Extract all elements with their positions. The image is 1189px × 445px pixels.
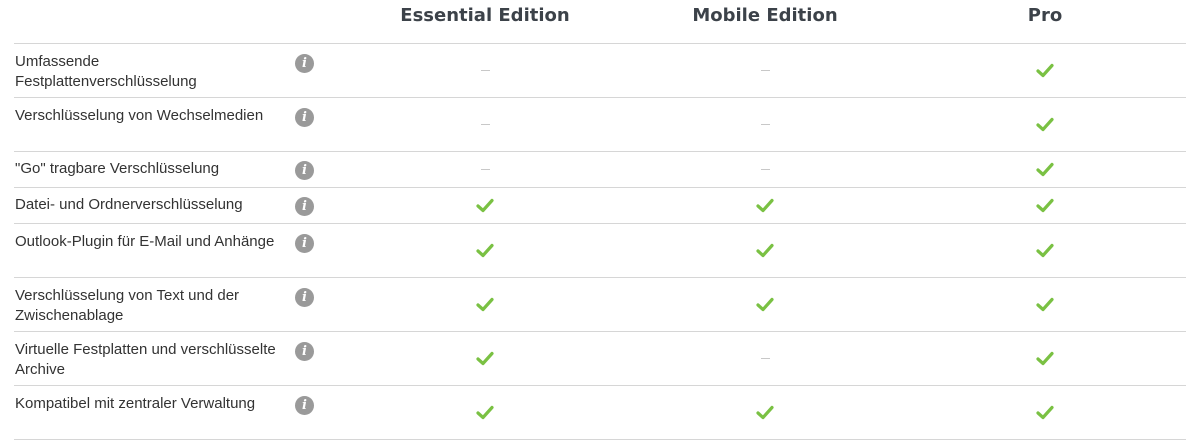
- mobile-cell: [735, 278, 795, 331]
- info-icon[interactable]: i: [295, 54, 314, 73]
- column-header-essential: Essential Edition: [400, 5, 570, 26]
- mobile-cell: [735, 332, 795, 385]
- info-icon[interactable]: i: [295, 234, 314, 253]
- mobile-cell: [735, 188, 795, 223]
- essential-cell: [455, 44, 515, 97]
- check-icon: [756, 405, 774, 420]
- check-icon: [1036, 198, 1054, 213]
- check-icon: [1036, 117, 1054, 132]
- check-icon: [1036, 297, 1054, 312]
- table-row: Umfassende Festplattenverschlüsselung i: [14, 44, 1186, 98]
- info-icon[interactable]: i: [295, 108, 314, 127]
- table-row: Datei- und Ordnerverschlüsselung i: [14, 188, 1186, 224]
- pro-cell: [1015, 188, 1075, 223]
- pro-cell: [1015, 332, 1075, 385]
- mobile-cell: [735, 224, 795, 277]
- feature-label: Verschlüsselung von Text und der Zwische…: [15, 287, 240, 324]
- dash-icon: [480, 70, 490, 71]
- table-row: Verschlüsselung von Text und der Zwische…: [14, 278, 1186, 332]
- table-header: Essential Edition Mobile Edition Pro: [0, 0, 1189, 43]
- feature-label: Kompatibel mit zentraler Verwaltung: [15, 395, 256, 412]
- mobile-cell: [735, 44, 795, 97]
- check-icon: [756, 243, 774, 258]
- check-icon: [1036, 162, 1054, 177]
- essential-cell: [455, 224, 515, 277]
- feature-label: Verschlüsselung von Wechselmedien: [15, 107, 264, 124]
- dash-icon: [760, 70, 770, 71]
- check-icon: [476, 297, 494, 312]
- info-icon[interactable]: i: [295, 396, 314, 415]
- check-icon: [1036, 243, 1054, 258]
- essential-cell: [455, 386, 515, 439]
- table-row: Verschlüsselung von Wechselmedien i: [14, 98, 1186, 152]
- table-row: "Go" tragbare Verschlüsselung i: [14, 152, 1186, 188]
- pro-cell: [1015, 224, 1075, 277]
- feature-label: Umfassende Festplattenverschlüsselung: [15, 53, 197, 90]
- feature-label: "Go" tragbare Verschlüsselung: [15, 160, 220, 177]
- check-icon: [476, 351, 494, 366]
- pro-cell: [1015, 152, 1075, 187]
- dash-icon: [760, 358, 770, 359]
- check-icon: [756, 297, 774, 312]
- check-icon: [476, 243, 494, 258]
- essential-cell: [455, 332, 515, 385]
- pro-cell: [1015, 44, 1075, 97]
- essential-cell: [455, 278, 515, 331]
- pro-cell: [1015, 386, 1075, 439]
- dash-icon: [760, 169, 770, 170]
- table-row: Kompatibel mit zentraler Verwaltung i: [14, 386, 1186, 440]
- essential-cell: [455, 152, 515, 187]
- dash-icon: [480, 169, 490, 170]
- info-icon[interactable]: i: [295, 197, 314, 216]
- info-icon[interactable]: i: [295, 342, 314, 361]
- mobile-cell: [735, 386, 795, 439]
- check-icon: [1036, 351, 1054, 366]
- check-icon: [476, 405, 494, 420]
- mobile-cell: [735, 152, 795, 187]
- table-row: Outlook-Plugin für E-Mail und Anhänge i: [14, 224, 1186, 278]
- info-icon[interactable]: i: [295, 161, 314, 180]
- check-icon: [756, 198, 774, 213]
- check-icon: [1036, 405, 1054, 420]
- mobile-cell: [735, 98, 795, 151]
- check-icon: [1036, 63, 1054, 78]
- check-icon: [476, 198, 494, 213]
- dash-icon: [480, 124, 490, 125]
- pro-cell: [1015, 98, 1075, 151]
- feature-label: Virtuelle Festplatten und verschlüsselte…: [15, 341, 276, 378]
- comparison-table-page: Essential Edition Mobile Edition Pro Umf…: [0, 0, 1189, 445]
- essential-cell: [455, 188, 515, 223]
- essential-cell: [455, 98, 515, 151]
- feature-label: Outlook-Plugin für E-Mail und Anhänge: [15, 233, 275, 250]
- column-header-pro: Pro: [1027, 5, 1063, 26]
- feature-comparison-table: Umfassende Festplattenverschlüsselung i …: [14, 43, 1186, 440]
- feature-label: Datei- und Ordnerverschlüsselung: [15, 196, 243, 213]
- column-header-mobile: Mobile Edition: [692, 5, 838, 26]
- table-row: Virtuelle Festplatten und verschlüsselte…: [14, 332, 1186, 386]
- pro-cell: [1015, 278, 1075, 331]
- dash-icon: [760, 124, 770, 125]
- info-icon[interactable]: i: [295, 288, 314, 307]
